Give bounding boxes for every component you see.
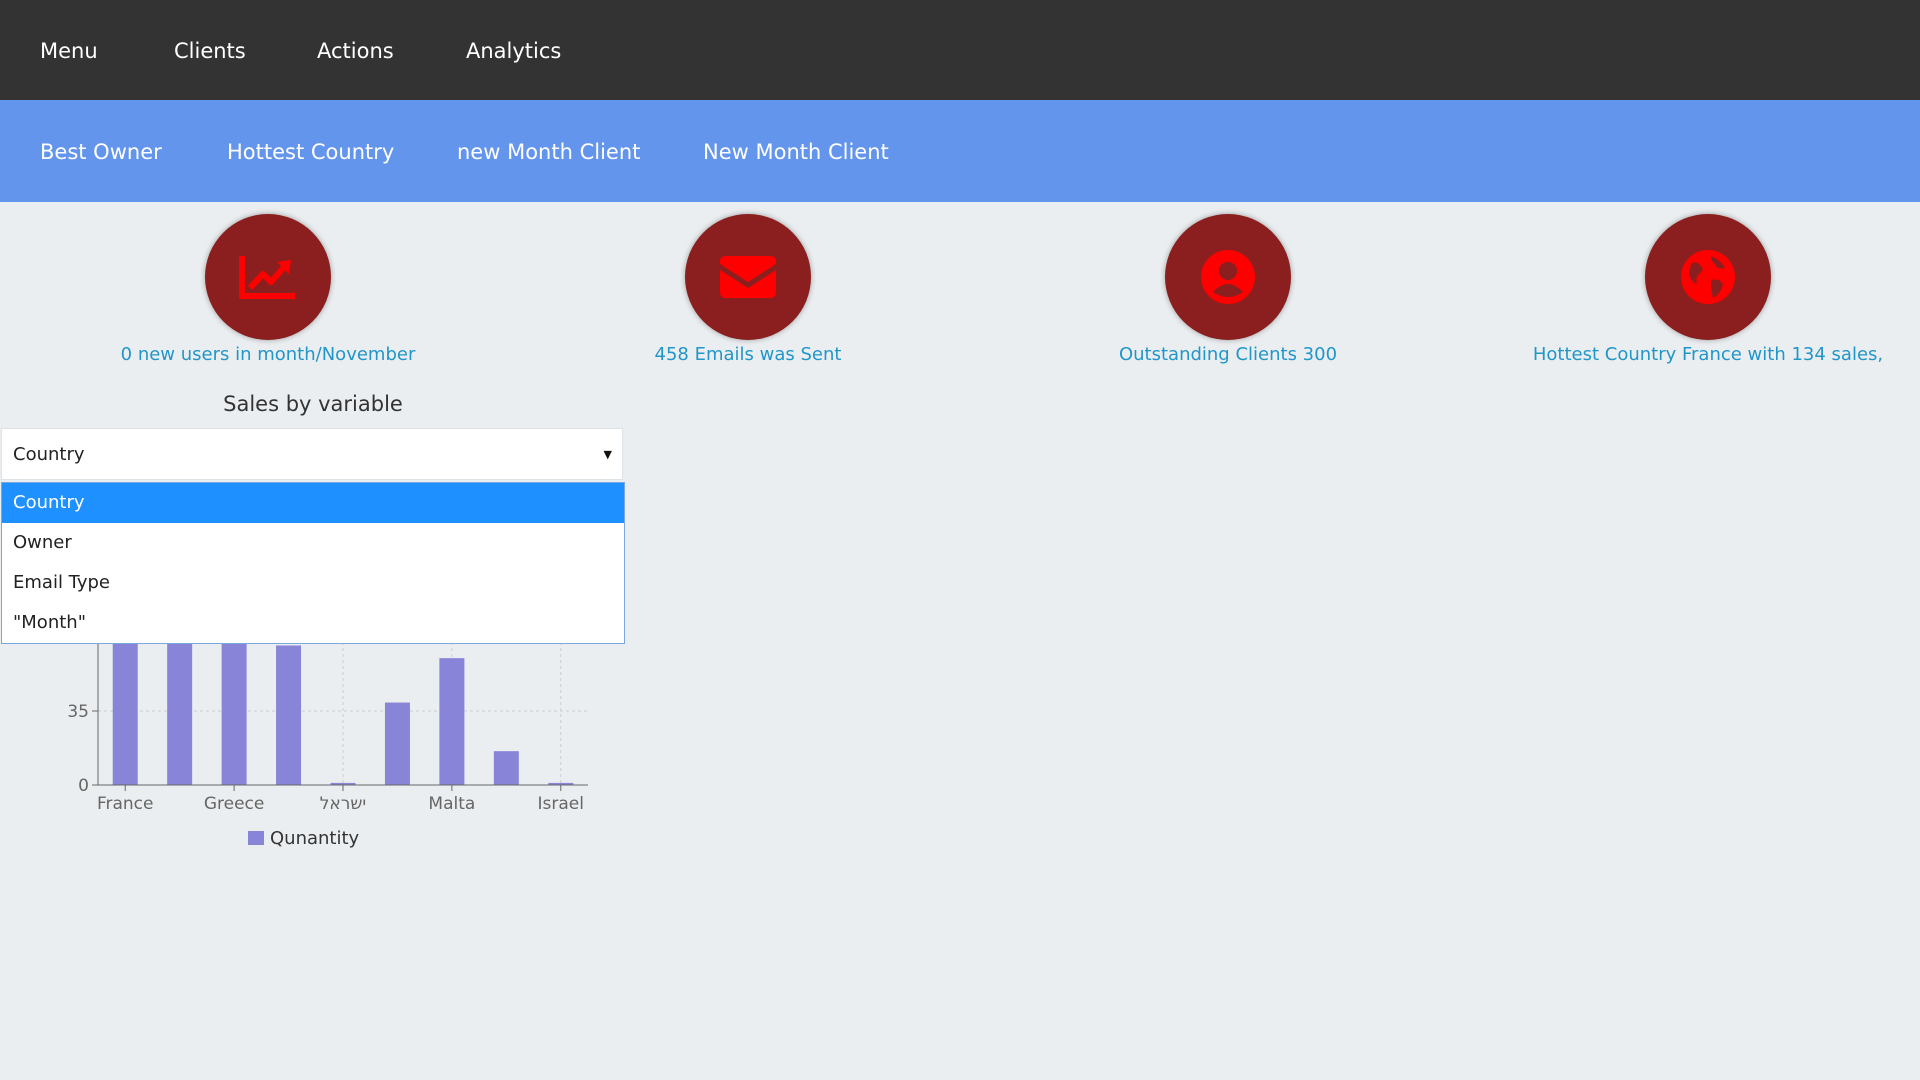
top-navbar: Menu Clients Actions Analytics (0, 0, 1920, 100)
stat-circle (685, 214, 811, 340)
nav-menu[interactable]: Menu (40, 0, 98, 100)
nav-clients[interactable]: Clients (174, 0, 246, 100)
option-month[interactable]: "Month" (2, 603, 624, 643)
variable-dropdown: Country Owner Email Type "Month" (1, 482, 625, 644)
option-owner[interactable]: Owner (2, 523, 624, 563)
stat-new-users-label: 0 new users in month/November (120, 344, 416, 365)
stat-circle (1165, 214, 1291, 340)
bar (439, 658, 465, 785)
x-tick-label: Israel (538, 794, 584, 814)
subnav-best-owner[interactable]: Best Owner (40, 100, 162, 202)
globe-icon (1681, 250, 1735, 304)
option-email-type[interactable]: Email Type (2, 563, 624, 603)
stat-circle (1645, 214, 1771, 340)
x-tick-label: ישראל (320, 794, 366, 814)
stat-new-users: 0 new users in month/November (28, 214, 508, 374)
stat-circle (205, 214, 331, 340)
stat-emails-sent: 458 Emails was Sent (508, 214, 988, 374)
variable-select-value: Country (13, 444, 85, 465)
subnav-hottest-country[interactable]: Hottest Country (227, 100, 394, 202)
sub-navbar: Best Owner Hottest Country new Month Cli… (0, 100, 1920, 202)
stat-emails-sent-label: 458 Emails was Sent (654, 344, 842, 365)
trending-up-chart-icon (239, 256, 295, 299)
stat-hottest-country-label: Hottest Country France with 134 sales, (1532, 344, 1884, 365)
x-tick-label: Greece (204, 794, 265, 814)
legend-label: Qunantity (270, 828, 360, 849)
bar (276, 645, 302, 785)
stat-outstanding-clients: Outstanding Clients 300 (988, 214, 1468, 374)
option-country[interactable]: Country (2, 483, 624, 523)
legend-swatch (248, 830, 264, 845)
chart-legend: Qunantity (248, 828, 359, 850)
y-tick-label: 35 (67, 702, 89, 722)
subnav-new-month-client-1[interactable]: new Month Client (457, 100, 640, 202)
nav-analytics[interactable]: Analytics (466, 0, 561, 100)
user-circle-icon (1201, 250, 1255, 304)
x-tick-label: France (97, 794, 154, 814)
nav-actions[interactable]: Actions (317, 0, 394, 100)
bar (384, 702, 410, 785)
y-tick-label: 0 (78, 776, 89, 796)
envelope-icon (720, 256, 776, 298)
stat-hottest-country: Hottest Country France with 134 sales, (1468, 214, 1920, 374)
sales-title: Sales by variable (223, 392, 403, 416)
subnav-new-month-client-2[interactable]: New Month Client (703, 100, 889, 202)
x-tick-label: Malta (428, 794, 475, 814)
stat-outstanding-clients-label: Outstanding Clients 300 (1118, 344, 1338, 365)
caret-down-icon: ▼ (603, 448, 612, 461)
bar (493, 751, 519, 785)
variable-select[interactable]: Country ▼ (1, 428, 623, 480)
